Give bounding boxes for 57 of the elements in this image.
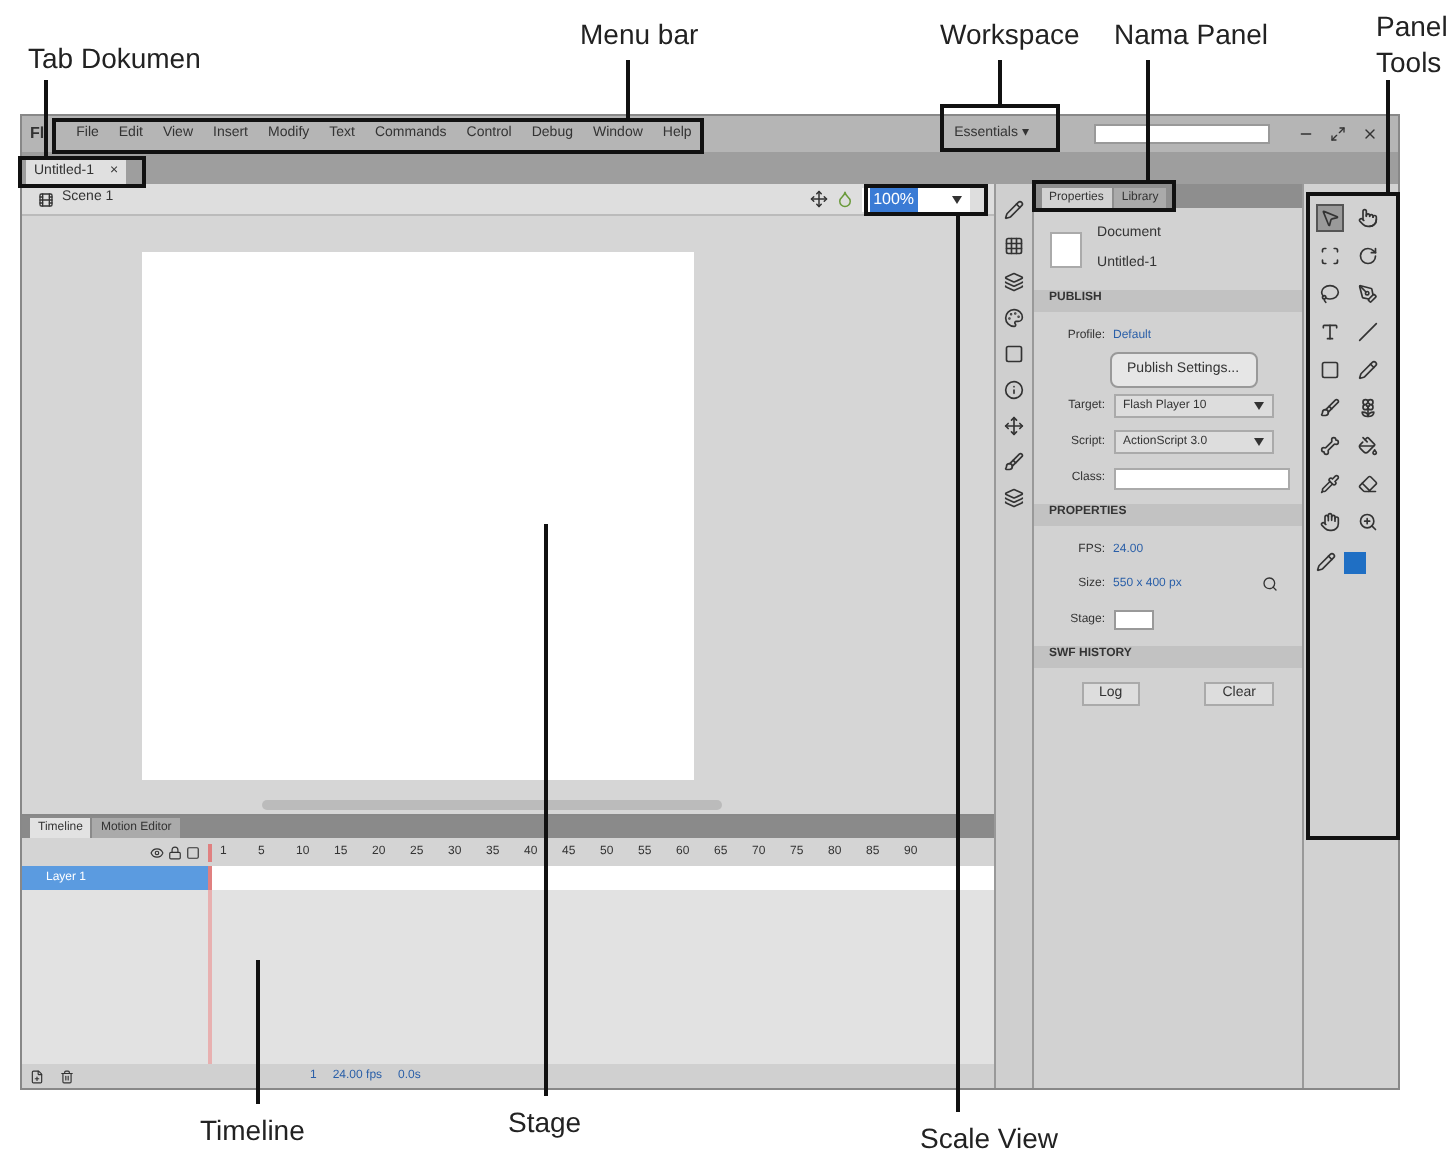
outline-icon[interactable] <box>186 845 200 859</box>
dock-icon[interactable] <box>1003 200 1024 220</box>
bucket-icon[interactable] <box>1354 432 1383 460</box>
fill-color-swatch[interactable] <box>1344 552 1367 574</box>
dock-icon[interactable] <box>1003 380 1024 400</box>
line-icon[interactable] <box>1354 318 1383 346</box>
annotation-label: Panel Tools <box>1376 8 1448 80</box>
annotation-label: Timeline <box>200 1112 305 1148</box>
new-layer-icon[interactable] <box>30 1069 44 1083</box>
annotation-label: Stage <box>508 1104 582 1140</box>
highlight-frame <box>864 184 988 216</box>
document-icon <box>1049 231 1082 267</box>
dock-icon[interactable] <box>1003 416 1024 436</box>
leader-line <box>256 960 260 1104</box>
class-field[interactable] <box>1113 467 1290 489</box>
stroke-color-icon[interactable] <box>1316 552 1337 572</box>
bone-icon[interactable] <box>1316 432 1345 460</box>
arrow-icon[interactable] <box>1316 204 1345 232</box>
dock-icon[interactable] <box>1003 452 1024 472</box>
eraser-icon[interactable] <box>1354 470 1383 498</box>
caret-icon <box>951 195 962 203</box>
brush-icon[interactable] <box>1316 394 1345 422</box>
highlight-frame <box>940 104 1060 152</box>
annotation-label: Workspace <box>940 16 1080 52</box>
pen-icon[interactable] <box>1354 280 1383 308</box>
eye-icon[interactable] <box>150 845 164 859</box>
pencil-icon[interactable] <box>1354 356 1383 384</box>
annotation-label: Menu bar <box>580 16 699 52</box>
dock-icon[interactable] <box>1003 308 1024 328</box>
dock-icon[interactable] <box>1003 236 1024 256</box>
leader-line <box>998 60 1002 104</box>
dock-icon[interactable] <box>1003 344 1024 364</box>
caret-icon <box>1253 402 1264 410</box>
pointer-icon[interactable] <box>1354 204 1383 232</box>
color-swatch[interactable] <box>1113 610 1154 630</box>
scene-icon <box>38 191 54 207</box>
highlight-frame <box>1032 180 1176 212</box>
close-icon[interactable] <box>1362 126 1378 142</box>
leader-line <box>626 60 630 118</box>
leader-line <box>44 80 48 156</box>
annotation-label: Tab Dokumen <box>28 40 201 76</box>
app-logo: Fl <box>30 122 45 146</box>
caret-icon <box>1253 438 1264 446</box>
lock-icon[interactable] <box>168 845 182 859</box>
dock-icon[interactable] <box>1003 488 1024 508</box>
leader-line <box>1146 60 1150 180</box>
trash-icon[interactable] <box>60 1069 74 1083</box>
horizontal-scrollbar[interactable] <box>262 800 722 810</box>
dock-icon[interactable] <box>1003 272 1024 292</box>
search-field[interactable] <box>1094 124 1270 144</box>
hand-icon[interactable] <box>1316 508 1345 536</box>
maximize-icon[interactable] <box>1330 126 1346 142</box>
annotation-label: Scale View <box>920 1120 1059 1156</box>
eyedropper-icon[interactable] <box>1316 470 1345 498</box>
leader-line <box>1386 80 1390 192</box>
annotation-label: Nama Panel <box>1114 16 1269 52</box>
lasso-icon[interactable] <box>1316 280 1345 308</box>
